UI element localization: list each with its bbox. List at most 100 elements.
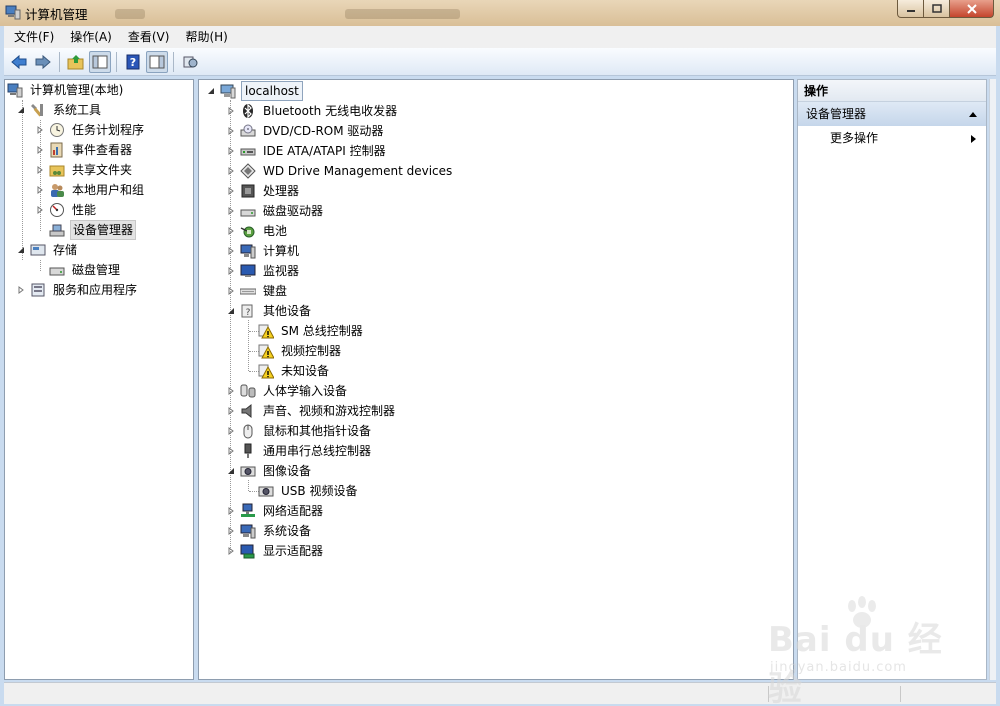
collapsed-triangle-icon[interactable] [225, 385, 237, 397]
collapsed-triangle-icon[interactable] [34, 204, 46, 216]
device-category-hid[interactable]: 人体学输入设备 [225, 381, 349, 401]
tree-node-device-manager[interactable]: 设备管理器 [34, 220, 137, 240]
tree-line [22, 100, 23, 260]
expanded-triangle-icon[interactable] [225, 305, 237, 317]
tree-node-local-users-groups[interactable]: 本地用户和组 [34, 180, 146, 200]
device-category-monitor[interactable]: 监视器 [225, 261, 301, 281]
help-button[interactable]: ? [122, 51, 144, 73]
tree-node-performance[interactable]: 性能 [34, 200, 98, 220]
device-category-computer[interactable]: 计算机 [225, 241, 301, 261]
collapsed-triangle-icon[interactable] [225, 505, 237, 517]
collapsed-triangle-icon[interactable] [225, 245, 237, 257]
actions-section-device-manager[interactable]: 设备管理器 [798, 102, 986, 126]
device-category-label: 磁盘驱动器 [263, 204, 324, 218]
close-icon [966, 3, 977, 14]
collapsed-triangle-icon[interactable] [225, 145, 237, 157]
device-video-controller[interactable]: 视频控制器 [258, 341, 343, 361]
display-adapter-icon [240, 543, 256, 559]
disk-drive-icon [240, 203, 256, 219]
collapsed-triangle-icon[interactable] [34, 144, 46, 156]
collapsed-triangle-icon[interactable] [225, 205, 237, 217]
device-category-mouse[interactable]: 鼠标和其他指针设备 [225, 421, 373, 441]
users-icon [49, 182, 65, 198]
device-unknown-device[interactable]: 未知设备 [258, 361, 331, 381]
collapsed-triangle-icon[interactable] [34, 184, 46, 196]
tree-node-shared-folders[interactable]: 共享文件夹 [34, 160, 134, 180]
close-button[interactable] [950, 0, 994, 18]
device-category-label: 显示适配器 [263, 544, 324, 558]
tree-node-task-scheduler[interactable]: 任务计划程序 [34, 120, 146, 140]
tree-node-system-tools[interactable]: 系统工具 [15, 100, 103, 120]
device-category-imaging[interactable]: 图像设备 [225, 461, 313, 481]
menu-action[interactable]: 操作(A) [62, 26, 120, 48]
device-category-ide-ata[interactable]: IDE ATA/ATAPI 控制器 [225, 141, 388, 161]
device-sm-bus-controller[interactable]: SM 总线控制器 [258, 321, 365, 341]
device-category-bluetooth[interactable]: Bluetooth 无线电收发器 [225, 101, 399, 121]
device-category-disk-drives[interactable]: 磁盘驱动器 [225, 201, 325, 221]
device-category-keyboard[interactable]: 键盘 [225, 281, 289, 301]
device-label: SM 总线控制器 [281, 324, 363, 338]
device-category-network-adapters[interactable]: 网络适配器 [225, 501, 325, 521]
collapsed-triangle-icon[interactable] [225, 445, 237, 457]
warning-device-icon [258, 363, 274, 379]
tree-node-computer-management[interactable]: 计算机管理(本地) [7, 80, 125, 100]
collapsed-triangle-icon[interactable] [225, 185, 237, 197]
collapsed-triangle-icon[interactable] [34, 164, 46, 176]
title-bar[interactable]: 计算机管理 [0, 0, 1000, 26]
device-category-wd-management[interactable]: WD Drive Management devices [225, 161, 454, 181]
menu-help[interactable]: 帮助(H) [177, 26, 235, 48]
forward-button[interactable] [32, 51, 54, 73]
collapsed-triangle-icon[interactable] [34, 124, 46, 136]
collapsed-triangle-icon[interactable] [225, 285, 237, 297]
tree-node-storage[interactable]: 存储 [15, 240, 79, 260]
collapsed-triangle-icon[interactable] [225, 165, 237, 177]
up-level-button[interactable] [65, 51, 87, 73]
collapsed-triangle-icon[interactable] [225, 525, 237, 537]
device-category-other-devices[interactable]: ? 其他设备 [225, 301, 313, 321]
maximize-button[interactable] [924, 0, 950, 18]
navigation-tree-pane[interactable]: 计算机管理(本地) 系统工具 任务计划程序 事件查看器 共享文件夹 本地用户和组… [4, 79, 194, 680]
expanded-triangle-icon[interactable] [15, 244, 27, 256]
device-usb-video[interactable]: USB 视频设备 [258, 481, 359, 501]
minimize-button[interactable] [897, 0, 924, 18]
menu-view[interactable]: 查看(V) [120, 26, 178, 48]
tree-node-disk-management[interactable]: 磁盘管理 [34, 260, 122, 280]
collapsed-triangle-icon[interactable] [225, 425, 237, 437]
menu-bar: 文件(F) 操作(A) 查看(V) 帮助(H) [4, 26, 996, 48]
collapsed-triangle-icon[interactable] [225, 545, 237, 557]
device-category-usb-controllers[interactable]: 通用串行总线控制器 [225, 441, 373, 461]
menu-file[interactable]: 文件(F) [6, 26, 62, 48]
show-hide-tree-button[interactable] [89, 50, 111, 73]
device-category-system-devices[interactable]: 系统设备 [225, 521, 313, 541]
device-category-display-adapters[interactable]: 显示适配器 [225, 541, 325, 561]
collapsed-triangle-icon[interactable] [225, 105, 237, 117]
device-category-dvd-cdrom[interactable]: DVD/CD-ROM 驱动器 [225, 121, 385, 141]
action-pane-button[interactable] [146, 50, 168, 73]
tree-node-localhost[interactable]: localhost [205, 81, 303, 101]
back-button[interactable] [8, 51, 30, 73]
collapsed-triangle-icon[interactable] [225, 405, 237, 417]
more-actions-item[interactable]: 更多操作 [798, 126, 986, 150]
toolbar-separator [173, 51, 174, 72]
window-title: 计算机管理 [25, 7, 88, 22]
collapse-up-icon[interactable] [968, 110, 978, 118]
tree-node-services-applications[interactable]: 服务和应用程序 [15, 280, 139, 300]
expanded-triangle-icon[interactable] [225, 465, 237, 477]
ide-controller-icon [240, 143, 256, 159]
system-device-icon [240, 523, 256, 539]
properties-button[interactable] [179, 51, 201, 73]
expanded-triangle-icon[interactable] [15, 104, 27, 116]
device-category-sound-video-game[interactable]: 声音、视频和游戏控制器 [225, 401, 397, 421]
collapsed-triangle-icon[interactable] [225, 125, 237, 137]
device-category-processor[interactable]: 处理器 [225, 181, 301, 201]
collapsed-triangle-icon[interactable] [225, 265, 237, 277]
device-tree-pane[interactable]: localhost Bluetooth 无线电收发器 DVD/CD-ROM 驱动… [198, 79, 794, 680]
title-ghost-text [345, 9, 460, 19]
device-category-battery[interactable]: 电池 [225, 221, 289, 241]
tools-icon [30, 102, 46, 118]
collapsed-triangle-icon[interactable] [15, 284, 27, 296]
collapsed-triangle-icon[interactable] [225, 225, 237, 237]
tree-node-event-viewer[interactable]: 事件查看器 [34, 140, 134, 160]
expanded-triangle-icon[interactable] [205, 85, 217, 97]
